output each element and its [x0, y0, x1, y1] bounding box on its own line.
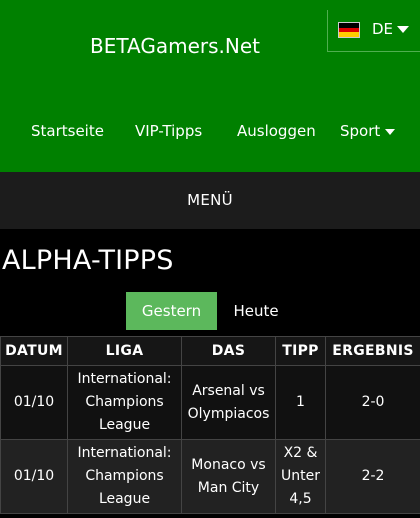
- tab-gestern[interactable]: Gestern: [126, 292, 217, 330]
- nav-item-ausloggen[interactable]: Ausloggen: [237, 122, 316, 140]
- nav-item-startseite[interactable]: Startseite: [31, 122, 104, 140]
- cell-match: Arsenal vs Olympiacos: [181, 365, 276, 440]
- main-nav: Startseite VIP-Tipps Ausloggen Sport: [0, 122, 420, 144]
- menu-toggle[interactable]: MENÜ: [0, 172, 420, 229]
- cell-result: 2-2: [325, 439, 420, 514]
- table-row: 01/10 International: Champions League Ar…: [0, 365, 420, 440]
- cell-league: International: Champions League: [67, 365, 182, 440]
- caret-down-icon: [385, 128, 396, 135]
- cell-result: 2-0: [325, 365, 420, 440]
- caret-down-icon: [397, 26, 409, 33]
- language-selector[interactable]: DE: [327, 10, 420, 52]
- nav-item-vip-tipps[interactable]: VIP-Tipps: [135, 122, 202, 140]
- cell-date: 01/10: [0, 365, 68, 440]
- page-title: ALPHA-TIPPS: [2, 245, 174, 276]
- cell-match: Monaco vs Man City: [181, 439, 276, 514]
- site-title[interactable]: BETAGamers.Net: [90, 34, 260, 58]
- nav-item-sport-label: Sport: [340, 122, 381, 140]
- column-header-liga: LIGA: [67, 336, 182, 366]
- cell-tip: 1: [275, 365, 326, 440]
- table-row: 01/10 International: Champions League Mo…: [0, 439, 420, 514]
- german-flag-icon: [338, 22, 360, 38]
- column-header-datum: DATUM: [0, 336, 68, 366]
- column-header-das: DAS: [181, 336, 276, 366]
- table-header-row: DATUM LIGA DAS TIPP ERGEBNIS: [0, 336, 420, 366]
- cell-tip: X2 & Unter 4,5: [275, 439, 326, 514]
- site-header: BETAGamers.Net DE Startseite VIP-Tipps A…: [0, 0, 420, 172]
- language-code: DE: [372, 20, 394, 38]
- nav-item-sport[interactable]: Sport: [340, 122, 396, 140]
- tab-heute[interactable]: Heute: [222, 292, 290, 330]
- cell-date: 01/10: [0, 439, 68, 514]
- tips-table: DATUM LIGA DAS TIPP ERGEBNIS 01/10 Inter…: [0, 336, 420, 514]
- cell-league: International: Champions League: [67, 439, 182, 514]
- column-header-ergebnis: ERGEBNIS: [325, 336, 420, 366]
- column-header-tipp: TIPP: [275, 336, 326, 366]
